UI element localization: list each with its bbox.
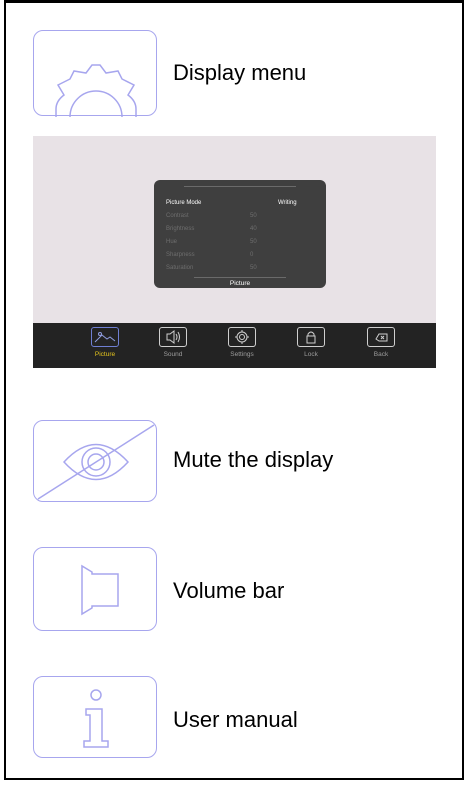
info-icon: [83, 689, 109, 748]
display-menu-label: Display menu: [173, 60, 307, 85]
speaker-icon: [166, 330, 180, 344]
display-menu-tile[interactable]: [33, 30, 157, 117]
osd-row-value: 40: [250, 226, 257, 232]
osd-title: Picture: [229, 280, 251, 287]
osd-row-name: Hue: [166, 239, 178, 245]
osd-row[interactable]: Contrast 50: [166, 213, 257, 219]
osd-row[interactable]: Picture Mode Writing: [166, 200, 297, 206]
volume-bar-tile[interactable]: [33, 547, 157, 631]
page-frame: [4, 0, 464, 780]
tv-screen-preview: Picture Mode Writing Contrast 50 Brightn…: [33, 136, 436, 368]
osd-row-value: 0: [250, 252, 254, 258]
osd-divider: [194, 277, 286, 278]
tab-label: Lock: [304, 351, 318, 358]
tab-label: Settings: [230, 351, 254, 358]
back-icon: [375, 333, 388, 342]
tab-sound[interactable]: Sound: [153, 327, 193, 365]
osd-row-value: Writing: [278, 200, 297, 206]
osd-divider: [184, 186, 296, 187]
tab-label: Back: [373, 351, 389, 358]
eye-off-icon: [37, 424, 155, 500]
gear-icon: [235, 330, 249, 344]
tab-back[interactable]: Back: [361, 327, 401, 365]
osd-row-name: Contrast: [166, 213, 189, 219]
tab-lock[interactable]: Lock: [291, 327, 331, 365]
osd-panel: Picture Mode Writing Contrast 50 Brightn…: [154, 180, 326, 288]
user-manual-tile[interactable]: [33, 676, 157, 758]
osd-row-value: 50: [250, 239, 257, 245]
osd-row[interactable]: Hue 50: [166, 239, 257, 245]
osd-row[interactable]: Saturation 50: [166, 265, 257, 271]
osd-row[interactable]: Sharpness 0: [166, 252, 253, 258]
lock-icon: [306, 331, 316, 344]
mute-display-label: Mute the display: [173, 447, 334, 472]
volume-bar-label: Volume bar: [173, 578, 285, 603]
gear-icon: [55, 64, 137, 117]
image-icon: [94, 332, 116, 343]
tab-label: Picture: [94, 351, 116, 358]
osd-row-name: Picture Mode: [166, 200, 202, 206]
tab-label: Sound: [163, 351, 183, 358]
osd-row-value: 50: [250, 265, 257, 271]
speaker-icon: [81, 564, 119, 616]
tab-picture[interactable]: Picture: [85, 327, 125, 365]
osd-row-name: Brightness: [166, 226, 195, 232]
osd-row[interactable]: Brightness 40: [166, 226, 257, 232]
tv-tab-bar: Picture Sound Settings Lock Back: [33, 323, 436, 368]
osd-row-name: Sharpness: [166, 252, 195, 258]
mute-display-tile[interactable]: [33, 420, 157, 502]
osd-row-name: Saturation: [166, 265, 194, 271]
osd-row-value: 50: [250, 213, 257, 219]
user-manual-label: User manual: [173, 707, 298, 732]
tab-settings[interactable]: Settings: [222, 327, 262, 365]
